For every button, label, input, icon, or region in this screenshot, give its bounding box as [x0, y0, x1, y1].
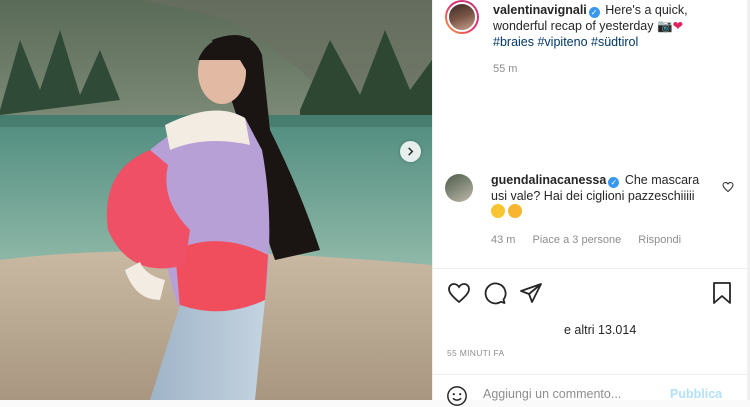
smile-icon[interactable]	[446, 385, 468, 407]
post-image	[0, 0, 432, 400]
comment-time[interactable]: 43 m	[491, 234, 515, 246]
add-comment-input[interactable]: Aggiungi un commento...	[483, 387, 621, 401]
post-actions	[447, 281, 737, 307]
post-photo[interactable]	[0, 0, 432, 400]
heart-eyes-emoji-icon	[508, 204, 522, 218]
add-comment-bar: Aggiungi un commento... Pubblica	[433, 375, 750, 406]
comment-like-heart-icon[interactable]	[722, 181, 734, 193]
hashtag-vipiteno[interactable]: #vipiteno	[537, 35, 587, 49]
comment-text-line1: Che mascara	[624, 173, 700, 187]
actions-divider	[433, 268, 750, 269]
comment-icon[interactable]	[483, 281, 507, 305]
comment-likes[interactable]: Piace a 3 persone	[533, 234, 622, 246]
verified-badge-icon: ✓	[608, 177, 620, 188]
laughing-emoji-icon	[491, 204, 505, 218]
hashtag-sudtirol[interactable]: #südtirol	[591, 35, 638, 49]
bookmark-icon[interactable]	[711, 281, 733, 305]
publish-button[interactable]: Pubblica	[670, 387, 722, 401]
instagram-post: valentinavignali ✓ Here's a quick, wonder…	[0, 0, 750, 406]
caption-time[interactable]: 55 m	[493, 63, 517, 75]
next-photo-button[interactable]	[400, 141, 421, 162]
caption-text-line1: Here's a quick,	[605, 3, 688, 17]
heart-icon[interactable]	[447, 281, 471, 305]
post-timestamp[interactable]: 55 MINUTI FA	[447, 348, 504, 358]
reply-button[interactable]: Rispondi	[638, 234, 681, 246]
post-caption: valentinavignali ✓ Here's a quick, wonder…	[445, 0, 735, 50]
comment-item: guendalinacanessa ✓ Che mascara usi vale?…	[445, 172, 735, 246]
author-username[interactable]: valentinavignali	[493, 3, 587, 17]
commenter-username[interactable]: guendalinacanessa	[491, 173, 606, 187]
send-icon[interactable]	[519, 281, 543, 305]
post-side-panel: valentinavignali ✓ Here's a quick, wonder…	[432, 0, 750, 406]
commenter-avatar[interactable]	[445, 174, 473, 202]
likes-count[interactable]: e altri 13.014	[564, 323, 636, 337]
comment-meta: 43 m Piace a 3 persone Rispondi	[491, 234, 695, 246]
verified-badge-icon: ✓	[588, 7, 600, 18]
caption-text-line2: wonderful recap of yesterday	[493, 19, 654, 33]
camera-emoji-icon: 📷	[657, 19, 673, 33]
author-avatar[interactable]	[445, 0, 479, 34]
chevron-right-icon	[408, 147, 414, 156]
hashtag-braies[interactable]: #braies	[493, 35, 534, 49]
comment-text-line2: usi vale? Hai dei ciglioni pazzeschiiiii	[491, 189, 695, 203]
heart-emoji-icon: ❤	[672, 19, 684, 33]
